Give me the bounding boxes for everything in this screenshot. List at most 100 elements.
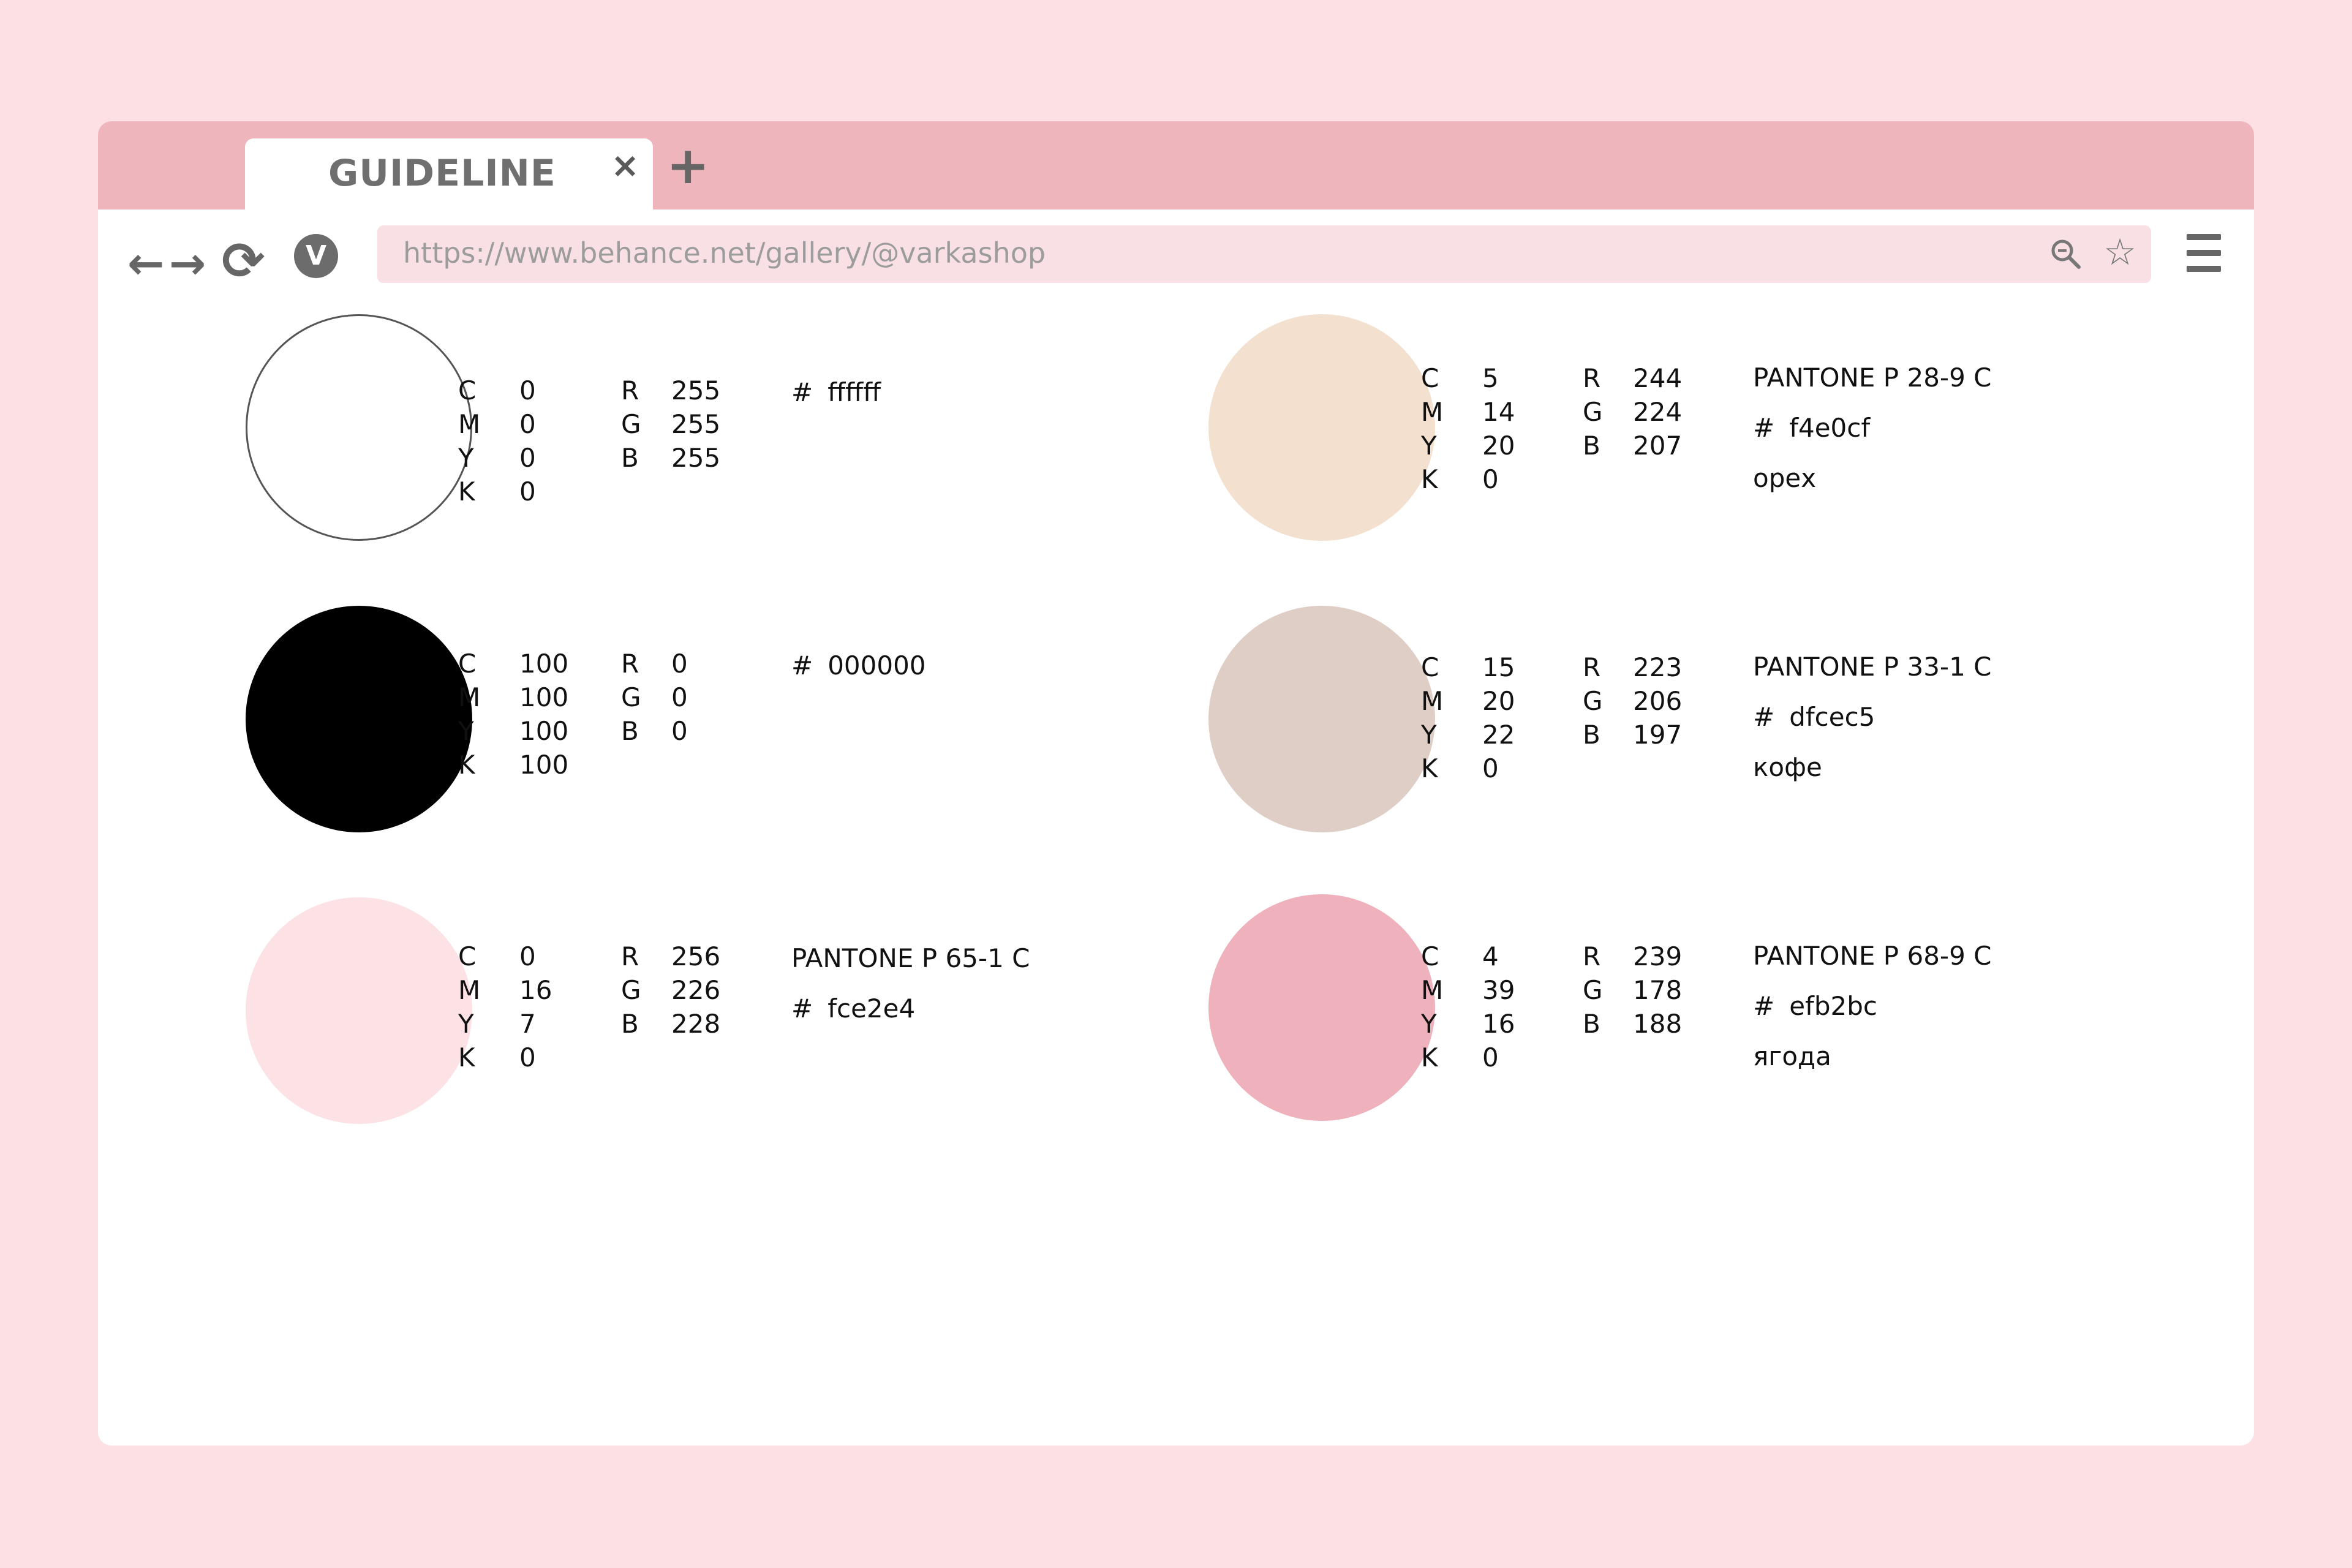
color-info: PANTONE P 68-9 C # efb2bc ягода	[1753, 941, 1991, 1091]
rgb-value: 255	[671, 443, 721, 473]
cmyk-value: 0	[1482, 753, 1499, 783]
rgb-value: 226	[671, 975, 721, 1005]
hex-code: #000000	[791, 650, 926, 701]
hex-code: # ffffff	[791, 377, 881, 428]
pantone-code: PANTONE P 33-1 C	[1753, 652, 1992, 682]
cmyk-label: C	[458, 375, 477, 405]
cmyk-label: K	[458, 1042, 475, 1072]
pantone-code: PANTONE P 65-1 C	[791, 943, 1030, 973]
cmyk-label: K	[1421, 464, 1438, 494]
rgb-label: R	[621, 941, 639, 971]
rgb-value: 223	[1633, 652, 1683, 682]
hex-code: # efb2bc	[1753, 991, 1991, 1041]
cmyk-value: 7	[519, 1009, 536, 1039]
hash-symbol: #	[791, 650, 813, 680]
rgb-value: 255	[671, 409, 721, 439]
color-info: #000000	[791, 650, 926, 701]
cmyk-label: M	[458, 975, 481, 1005]
close-icon[interactable]: ×	[611, 146, 639, 186]
color-swatch-fce2e4	[246, 897, 472, 1124]
rgb-value: 255	[671, 375, 721, 405]
cmyk-label: Y	[1421, 1009, 1437, 1039]
cmyk-label: C	[1421, 363, 1439, 393]
rgb-value: 224	[1633, 397, 1683, 427]
color-name: кофе	[1753, 752, 1822, 782]
rgb-value: 244	[1633, 363, 1683, 393]
cmyk-value: 100	[519, 716, 569, 746]
arrow-right-icon[interactable]: →	[169, 241, 206, 285]
rgb-label: R	[621, 649, 639, 679]
cmyk-values: C 0 M 0 Y 0 K 0	[458, 374, 536, 508]
cmyk-value: 22	[1482, 720, 1515, 750]
rgb-value: 178	[1633, 975, 1683, 1005]
rgb-value: 197	[1633, 720, 1683, 750]
cmyk-label: K	[1421, 753, 1438, 783]
hex-code: # dfcec5	[1753, 702, 1991, 752]
cmyk-values: C 15 M 20 Y 22 K 0	[1421, 650, 1515, 785]
avatar[interactable]: V	[294, 234, 338, 278]
cmyk-values: C 5 M 14 Y 20 K 0	[1421, 361, 1515, 496]
cmyk-label: Y	[458, 1009, 474, 1039]
rgb-label: B	[1583, 431, 1600, 461]
cmyk-value: 5	[1482, 363, 1499, 393]
cmyk-label: C	[458, 649, 477, 679]
rgb-value: 239	[1633, 941, 1683, 971]
cmyk-value: 0	[1482, 1042, 1499, 1072]
rgb-label: R	[1583, 941, 1601, 971]
browser-window: GUIDELINE × + ← → ⟳ V https://www.behanc…	[98, 121, 2254, 1446]
hex-value: f4e0cf	[1789, 413, 1871, 443]
cmyk-value: 100	[519, 649, 569, 679]
cmyk-label: K	[1421, 1042, 1438, 1072]
cmyk-label: K	[458, 750, 475, 780]
cmyk-label: C	[1421, 941, 1439, 971]
cmyk-value: 0	[519, 477, 536, 507]
color-info: PANTONE P 65-1 C # fce2e4	[791, 943, 1030, 1044]
search-icon[interactable]	[2048, 236, 2082, 271]
cmyk-label: Y	[1421, 720, 1437, 750]
address-bar[interactable]: https://www.behance.net/gallery/@varkash…	[377, 225, 2151, 283]
hex-value: fce2e4	[827, 993, 916, 1023]
cmyk-value: 14	[1482, 397, 1515, 427]
cmyk-value: 100	[519, 682, 569, 712]
cmyk-label: M	[458, 682, 481, 712]
color-swatch-ffffff	[246, 314, 472, 541]
color-name: ягода	[1753, 1041, 1831, 1071]
rgb-label: G	[1583, 975, 1603, 1005]
rgb-label: B	[621, 443, 639, 473]
color-swatch-000000	[246, 606, 472, 832]
rgb-label: B	[621, 1009, 639, 1039]
cmyk-value: 15	[1482, 652, 1515, 682]
rgb-value: 207	[1633, 431, 1683, 461]
rgb-label: B	[1583, 720, 1600, 750]
tab-guideline[interactable]: GUIDELINE ×	[245, 138, 653, 211]
rgb-label: G	[621, 409, 641, 439]
url-input[interactable]: https://www.behance.net/gallery/@varkash…	[403, 236, 1046, 270]
cmyk-label: K	[458, 477, 475, 507]
cmyk-values: C 0 M 16 Y 7 K 0	[458, 940, 552, 1074]
rgb-value: 0	[671, 682, 688, 712]
hamburger-menu-icon[interactable]	[2187, 234, 2221, 273]
cmyk-value: 20	[1482, 686, 1515, 716]
rgb-label: G	[1583, 686, 1603, 716]
cmyk-value: 100	[519, 750, 569, 780]
cmyk-value: 20	[1482, 431, 1515, 461]
hash-symbol: #	[1753, 991, 1775, 1021]
hash-symbol: #	[1753, 413, 1775, 443]
new-tab-icon[interactable]: +	[666, 140, 709, 191]
reload-icon[interactable]: ⟳	[222, 235, 265, 287]
cmyk-label: Y	[458, 716, 474, 746]
rgb-label: R	[1583, 363, 1601, 393]
hex-value: 000000	[827, 650, 926, 680]
tab-bar: GUIDELINE × +	[98, 121, 2254, 211]
rgb-label: G	[1583, 397, 1603, 427]
color-info: # ffffff	[791, 377, 881, 428]
cmyk-label: Y	[1421, 431, 1437, 461]
rgb-values: R 256 G 226 B 228	[621, 940, 720, 1041]
arrow-left-icon[interactable]: ←	[127, 241, 164, 285]
star-icon[interactable]: ☆	[2103, 234, 2136, 271]
rgb-value: 188	[1633, 1009, 1683, 1039]
hex-value: ffffff	[827, 377, 881, 407]
pantone-code: PANTONE P 68-9 C	[1753, 941, 1992, 971]
rgb-values: R 223 G 206 B 197	[1583, 650, 1682, 752]
hash-symbol: #	[791, 377, 813, 407]
